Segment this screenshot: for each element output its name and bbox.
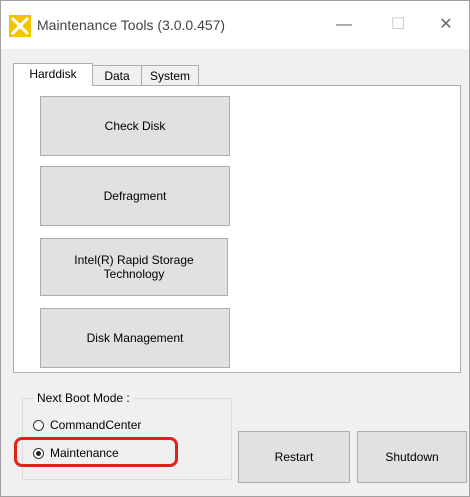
highlight-annotation (14, 437, 178, 467)
tab-harddisk[interactable]: Harddisk (13, 63, 93, 86)
app-icon (9, 15, 31, 37)
shutdown-button[interactable]: Shutdown (357, 431, 467, 483)
commandcenter-radio[interactable] (33, 419, 44, 431)
disk-management-button[interactable]: Disk Management (40, 308, 230, 368)
commandcenter-label: CommandCenter (50, 418, 142, 432)
harddisk-tab-panel: Check Disk Defragment Intel(R) Rapid Sto… (13, 85, 461, 373)
intel-rapid-storage-button[interactable]: Intel(R) Rapid Storage Technology (40, 238, 228, 296)
maintenance-tools-window: Maintenance Tools (3.0.0.457) — ☐ ✕ Hard… (0, 0, 470, 497)
tab-data[interactable]: Data (91, 65, 143, 86)
next-boot-mode-legend: Next Boot Mode : (34, 391, 133, 405)
check-disk-button[interactable]: Check Disk (40, 96, 230, 156)
maximize-button[interactable]: ☐ (375, 9, 421, 41)
window-title: Maintenance Tools (3.0.0.457) (37, 17, 226, 33)
defragment-button[interactable]: Defragment (40, 166, 230, 226)
commandcenter-option[interactable]: CommandCenter (33, 416, 141, 434)
close-button[interactable]: ✕ (423, 9, 469, 41)
restart-button[interactable]: Restart (238, 431, 350, 483)
minimize-button[interactable]: — (321, 9, 367, 41)
tab-system[interactable]: System (141, 65, 199, 86)
title-bar: Maintenance Tools (3.0.0.457) — ☐ ✕ (1, 1, 469, 49)
